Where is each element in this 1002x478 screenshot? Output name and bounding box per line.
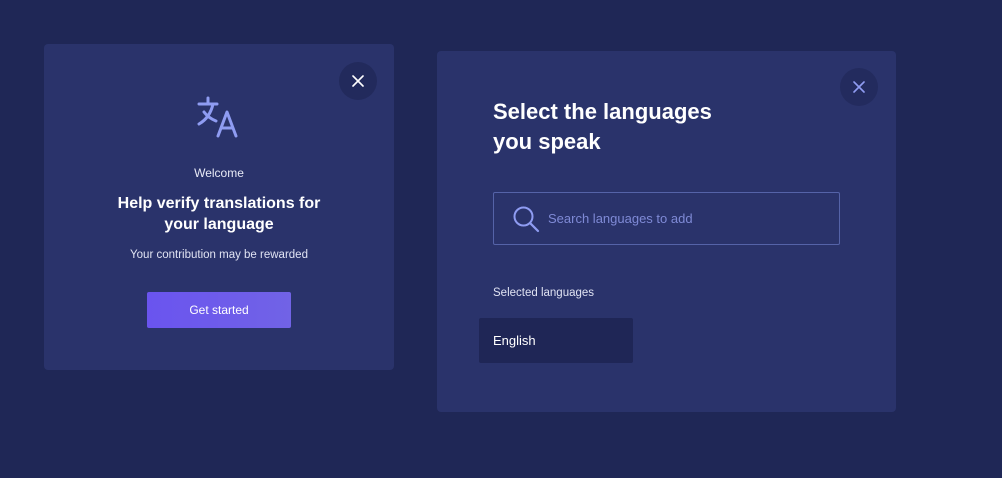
welcome-label: Welcome [194, 166, 244, 180]
welcome-title-line2: your language [164, 216, 274, 233]
language-title-line1: Select the languages [493, 99, 712, 124]
language-select-title: Select the languages you speak [493, 97, 712, 157]
language-title-line2: you speak [493, 129, 601, 154]
search-icon [513, 206, 540, 233]
language-search-box[interactable] [493, 192, 840, 245]
welcome-close-button[interactable] [339, 62, 377, 100]
selected-languages-label: Selected languages [493, 287, 595, 299]
get-started-button[interactable]: Get started [147, 292, 291, 328]
welcome-card: Welcome Help verify translations for you… [44, 44, 394, 370]
close-icon [853, 81, 865, 93]
welcome-title: Help verify translations for your langua… [44, 193, 394, 235]
welcome-subtitle: Your contribution may be rewarded [130, 249, 308, 261]
close-icon [352, 75, 364, 87]
language-search-input[interactable] [548, 193, 828, 244]
translate-icon [197, 96, 238, 138]
language-select-card: Select the languages you speak Selected … [437, 51, 896, 412]
selected-language-chip[interactable]: English [479, 318, 633, 363]
language-close-button[interactable] [840, 68, 878, 106]
welcome-title-line1: Help verify translations for [117, 195, 321, 212]
